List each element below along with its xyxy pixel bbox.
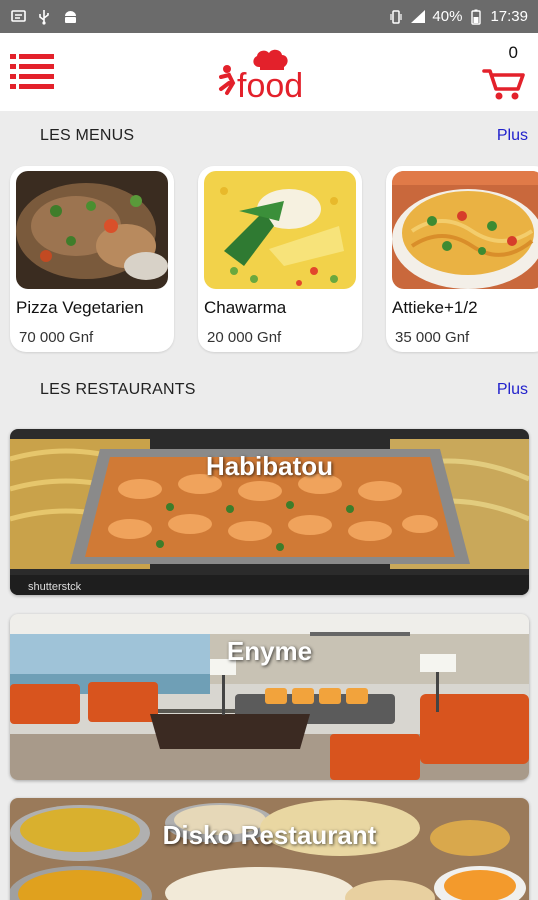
menus-section-title: LES MENUS [40, 127, 135, 144]
menu-card[interactable]: Attieke+1/2 35 000 Gnf [386, 166, 538, 352]
menu-card[interactable]: Pizza Vegetarien 70 000 Gnf [10, 166, 174, 352]
menu-image [16, 171, 168, 289]
menu-name: Pizza Vegetarien [16, 298, 144, 317]
menu-card[interactable]: Chawarma 20 000 Gnf [198, 166, 362, 352]
signal-icon [410, 9, 426, 25]
clock: 17:39 [490, 8, 528, 25]
hamburger-menu-icon [10, 54, 54, 89]
menu-price: 20 000 Gnf [207, 329, 282, 346]
image-watermark: shutterstck [28, 581, 82, 593]
menu-name: Chawarma [204, 298, 287, 317]
usb-icon [36, 9, 52, 25]
menu-image [204, 171, 356, 289]
restaurants-more-link[interactable]: Plus [497, 381, 528, 399]
restaurant-card[interactable]: Enyme [10, 614, 529, 780]
menu-image [392, 171, 538, 289]
logo-text: food [237, 67, 303, 103]
hamburger-menu-button[interactable] [10, 53, 54, 89]
menus-carousel[interactable]: Pizza Vegetarien 70 000 Gnf Chawarma 20 … [10, 166, 538, 354]
shopping-cart-icon [482, 69, 525, 100]
cart-count-badge: 0 [508, 43, 518, 62]
battery-icon [468, 9, 484, 25]
menu-price: 35 000 Gnf [395, 329, 470, 346]
restaurant-name: Habibatou [205, 451, 334, 481]
restaurants-section-title: LES RESTAURANTS [40, 381, 196, 398]
restaurant-name: Enyme [226, 636, 313, 666]
message-icon [10, 9, 26, 25]
app-logo: food [215, 47, 325, 105]
cart-button[interactable] [482, 47, 526, 101]
android-icon [62, 9, 78, 25]
restaurant-card[interactable]: Disko Restaurant [10, 798, 529, 900]
app-bar: food 0 [0, 33, 538, 111]
battery-percent: 40% [432, 8, 463, 25]
restaurant-card[interactable]: shutterstck Habibatou [10, 429, 529, 595]
restaurant-name: Disko Restaurant [162, 820, 377, 850]
vibrate-icon [388, 9, 404, 25]
menu-price: 70 000 Gnf [19, 329, 94, 346]
status-bar: 40% 17:39 [0, 0, 538, 33]
menus-more-link[interactable]: Plus [497, 127, 528, 145]
menu-name: Attieke+1/2 [392, 298, 478, 317]
